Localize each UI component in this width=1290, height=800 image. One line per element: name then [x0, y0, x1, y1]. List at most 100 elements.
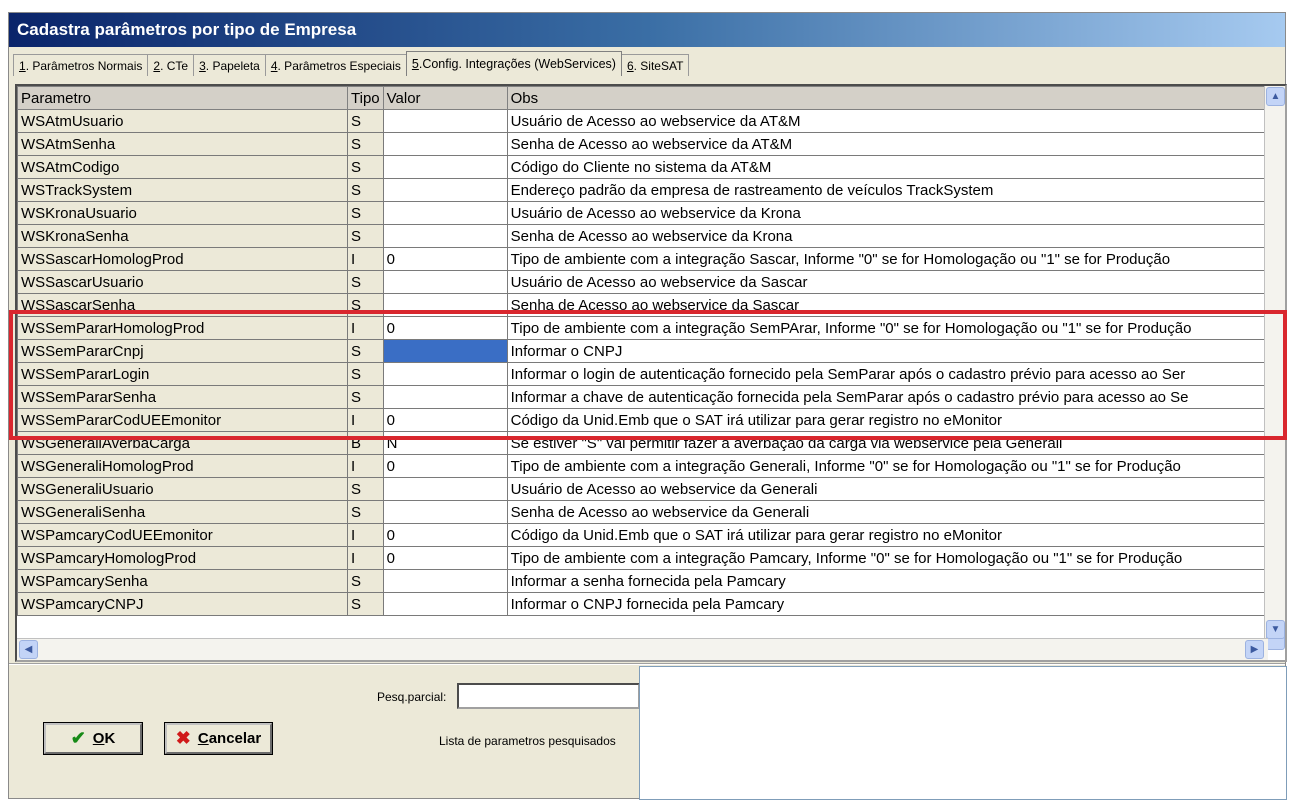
cell-valor[interactable] [382, 477, 508, 501]
cell-obs[interactable]: Tipo de ambiente com a integração Sascar… [506, 247, 1275, 271]
cell-obs[interactable]: Senha de Acesso ao webservice da AT&M [506, 132, 1275, 156]
cell-tipo[interactable]: S [347, 362, 384, 386]
cell-parametro[interactable]: WSAtmUsuario [17, 109, 348, 133]
cell-obs[interactable]: Informar o CNPJ fornecida pela Pamcary [506, 592, 1275, 616]
cancel-button[interactable]: ✖ Cancelar [165, 723, 272, 754]
cell-valor[interactable]: 0 [382, 316, 508, 340]
column-header-tipo[interactable]: Tipo [347, 86, 384, 110]
table-row[interactable]: WSSemPararSenha S Informar a chave de aute… [17, 385, 1275, 409]
scroll-up-icon[interactable]: ▲ [1266, 87, 1285, 106]
cell-tipo[interactable]: I [347, 546, 384, 570]
table-row[interactable]: WSAtmUsuario S Usuário de Acesso ao webser… [17, 109, 1275, 133]
table-row[interactable]: WSSemPararCodUEEmonitor I 0 Código da Unid.… [17, 408, 1275, 432]
table-row[interactable]: WSAtmSenha S Senha de Acesso ao webservice… [17, 132, 1275, 156]
cell-valor[interactable] [382, 385, 508, 409]
cell-valor[interactable] [382, 178, 508, 202]
tab-3[interactable]: 3. Papeleta [193, 54, 266, 76]
cell-parametro[interactable]: WSGeneraliUsuario [17, 477, 348, 501]
cell-obs[interactable]: Usuário de Acesso ao webservice da AT&M [506, 109, 1275, 133]
cell-parametro[interactable]: WSPamcarySenha [17, 569, 348, 593]
table-row[interactable]: WSGeneraliAverbaCarga B N Se estiver "S" va… [17, 431, 1275, 455]
tab-5[interactable]: 5.Config. Integrações (WebServices) [405, 51, 622, 76]
cell-parametro[interactable]: WSGeneraliSenha [17, 500, 348, 524]
cell-obs[interactable]: Endereço padrão da empresa de rastreamen… [506, 178, 1275, 202]
cell-obs[interactable]: Usuário de Acesso ao webservice da Gener… [506, 477, 1275, 501]
column-header-obs[interactable]: Obs [506, 86, 1275, 110]
cell-obs[interactable]: Tipo de ambiente com a integração Pamcar… [506, 546, 1275, 570]
cell-parametro[interactable]: WSTrackSystem [17, 178, 348, 202]
cell-valor[interactable] [382, 270, 508, 294]
cell-valor[interactable] [382, 592, 508, 616]
cell-parametro[interactable]: WSGeneraliAverbaCarga [17, 431, 348, 455]
cell-tipo[interactable]: I [347, 316, 384, 340]
tab-2[interactable]: 2. CTe [147, 54, 195, 76]
table-row[interactable]: WSPamcarySenha S Informar a senha fornecid… [17, 569, 1275, 593]
cell-obs[interactable]: Tipo de ambiente com a integração SemPAr… [506, 316, 1275, 340]
search-input[interactable] [457, 683, 640, 709]
cell-tipo[interactable]: B [347, 431, 384, 455]
table-row[interactable]: WSSemPararCnpj S Informar o CNPJ [17, 339, 1275, 363]
table-row[interactable]: WSAtmCodigo S Código do Cliente no sistema… [17, 155, 1275, 179]
cell-tipo[interactable]: S [347, 477, 384, 501]
column-header-valor[interactable]: Valor [382, 86, 508, 110]
cell-valor[interactable] [382, 201, 508, 225]
cell-parametro[interactable]: WSKronaSenha [17, 224, 348, 248]
table-row[interactable]: WSSascarHomologProd I 0 Tipo de ambiente co… [17, 247, 1275, 271]
cell-tipo[interactable]: I [347, 454, 384, 478]
table-row[interactable]: WSTrackSystem S Endereço padrão da empresa… [17, 178, 1275, 202]
cell-obs[interactable]: Informar o login de autenticação forneci… [506, 362, 1275, 386]
tab-1[interactable]: 1. Parâmetros Normais [13, 54, 149, 76]
cell-valor[interactable] [382, 132, 508, 156]
search-results-list[interactable] [639, 666, 1287, 800]
cell-parametro[interactable]: WSSascarHomologProd [17, 247, 348, 271]
table-row[interactable]: WSKronaUsuario S Usuário de Acesso ao webs… [17, 201, 1275, 225]
cell-obs[interactable]: Se estiver "S" vai permitir fazer a aver… [506, 431, 1275, 455]
cell-valor[interactable] [382, 500, 508, 524]
table-row[interactable]: WSGeneraliUsuario S Usuário de Acesso ao w… [17, 477, 1275, 501]
cell-obs[interactable]: Senha de Acesso ao webservice da Krona [506, 224, 1275, 248]
cell-valor[interactable]: N [382, 431, 508, 455]
horizontal-scrollbar[interactable]: ◀ ▶ [17, 638, 1268, 660]
cell-valor[interactable] [382, 362, 508, 386]
table-row[interactable]: WSSemPararLogin S Informar o login de aute… [17, 362, 1275, 386]
cell-parametro[interactable]: WSPamcaryCodUEEmonitor [17, 523, 348, 547]
cell-parametro[interactable]: WSAtmSenha [17, 132, 348, 156]
cell-tipo[interactable]: S [347, 224, 384, 248]
table-row[interactable]: WSPamcaryHomologProd I 0 Tipo de ambiente c… [17, 546, 1275, 570]
cell-valor[interactable] [382, 293, 508, 317]
cell-tipo[interactable]: I [347, 408, 384, 432]
cell-tipo[interactable]: I [347, 247, 384, 271]
cell-valor[interactable]: 0 [382, 247, 508, 271]
table-row[interactable]: WSGeneraliHomologProd I 0 Tipo de ambiente … [17, 454, 1275, 478]
table-row[interactable]: WSPamcaryCNPJ S Informar o CNPJ fornecida … [17, 592, 1275, 616]
cell-tipo[interactable]: S [347, 500, 384, 524]
ok-button[interactable]: ✔ OK [44, 723, 142, 754]
cell-tipo[interactable]: S [347, 178, 384, 202]
cell-parametro[interactable]: WSSascarSenha [17, 293, 348, 317]
cell-parametro[interactable]: WSSemPararCodUEEmonitor [17, 408, 348, 432]
cell-valor[interactable] [382, 224, 508, 248]
cell-parametro[interactable]: WSSemPararCnpj [17, 339, 348, 363]
cell-parametro[interactable]: WSSascarUsuario [17, 270, 348, 294]
table-row[interactable]: WSPamcaryCodUEEmonitor I 0 Código da Unid.E… [17, 523, 1275, 547]
cell-parametro[interactable]: WSSemPararSenha [17, 385, 348, 409]
cell-parametro[interactable]: WSKronaUsuario [17, 201, 348, 225]
cell-obs[interactable]: Tipo de ambiente com a integração Genera… [506, 454, 1275, 478]
cell-obs[interactable]: Senha de Acesso ao webservice da Sascar [506, 293, 1275, 317]
cell-tipo[interactable]: S [347, 155, 384, 179]
cell-tipo[interactable]: S [347, 201, 384, 225]
table-row[interactable]: WSSascarSenha S Senha de Acesso ao webserv… [17, 293, 1275, 317]
cell-parametro[interactable]: WSAtmCodigo [17, 155, 348, 179]
cell-tipo[interactable]: S [347, 132, 384, 156]
cell-obs[interactable]: Informar a chave de autenticação forneci… [506, 385, 1275, 409]
cell-obs[interactable]: Usuário de Acesso ao webservice da Sasca… [506, 270, 1275, 294]
cell-parametro[interactable]: WSPamcaryCNPJ [17, 592, 348, 616]
cell-parametro[interactable]: WSSemPararLogin [17, 362, 348, 386]
cell-tipo[interactable]: S [347, 293, 384, 317]
cell-valor[interactable] [382, 155, 508, 179]
table-row[interactable]: WSSemPararHomologProd I 0 Tipo de ambiente … [17, 316, 1275, 340]
scroll-down-icon[interactable]: ▼ [1266, 620, 1285, 639]
cell-valor[interactable]: 0 [382, 408, 508, 432]
tab-4[interactable]: 4. Parâmetros Especiais [264, 54, 407, 76]
cell-valor[interactable] [382, 339, 508, 363]
